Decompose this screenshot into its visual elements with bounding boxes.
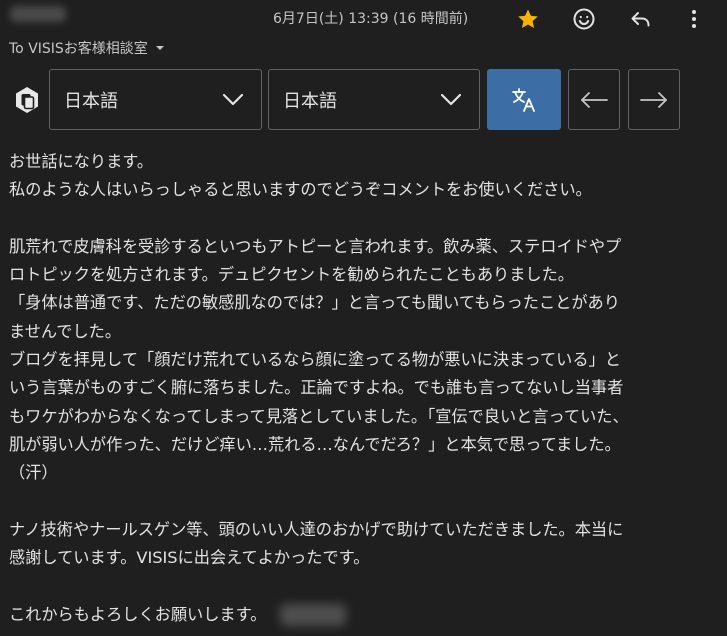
signature-redacted [280,604,347,627]
recipient-line[interactable]: To VISISお客様相談室 [9,38,166,58]
body-line: お世話になります。 [9,152,154,171]
body-line: いう言葉がものすごく腑に落ちました。正論ですよね。でも誰も言ってないし当事者 [9,378,624,398]
body-line: 私のような人はいらっしゃると思いますのでどうぞコメントをお使いください。 [9,180,592,200]
email-date: 6月7日(土) 13:39 (16 時間前) [273,11,469,27]
star-icon[interactable] [515,6,541,32]
body-line: ブログを拝見して「顔だけ荒れているなら顔に塗ってる物が悪いに決まっている」と [9,350,621,370]
message-body: お世話になります。 私のような人はいらっしゃると思いますのでどうぞコメントをお使… [9,148,721,629]
body-line: ロトピックを処方されます。デュピクセントを勧められたこともありました。 [9,265,574,285]
body-line: 肌荒れで皮膚科を受診するといつもアトピーと言われます。飲み薬、ステロイドやプ [9,236,622,256]
body-line: もワケがわからなくなってしまって見落としていました。「宣伝で良いと言っていた、 [9,406,629,426]
closing-text: これからもよろしくお願いします。 [9,604,267,624]
closing-line: これからもよろしくお願いします。 [9,601,721,629]
target-language-label: 日本語 [283,90,337,112]
chevron-down-icon [222,93,244,106]
arrow-left-icon [581,91,608,108]
more-vert-icon[interactable] [681,6,707,32]
body-line: 肌が弱い人が作った、だけど痒い…荒れる…なんでだろ？」と本気で思ってました。 [9,434,621,454]
email-view: 6月7日(土) 13:39 (16 時間前) To VISISお客様相談室 日本… [0,0,727,636]
source-language-label: 日本語 [64,90,118,112]
next-button[interactable] [628,69,680,130]
body-line: （汗） [9,463,58,483]
reply-icon[interactable] [628,6,654,32]
source-language-select[interactable]: 日本語 [49,69,262,130]
previous-button[interactable] [568,69,620,130]
target-language-select[interactable]: 日本語 [268,69,480,130]
body-line: 感謝しています。VISISに出会えてよかったです。 [9,548,370,568]
translate-extension-logo-icon [14,86,40,114]
caret-down-icon [155,46,164,50]
translate-icon [512,87,535,112]
sender-name-redacted [10,6,66,22]
arrow-right-icon [640,91,667,108]
body-line: ナノ技術やナールスゲン等、頭のいい人達のおかげで助けていただきました。本当に [9,519,624,539]
recipient-label: To VISISお客様相談室 [9,41,148,57]
body-line: ませんでした。 [9,321,122,341]
emoji-icon[interactable] [571,6,597,32]
translate-button[interactable] [487,69,561,130]
chevron-down-icon [440,93,462,106]
body-line: 「身体は普通です、ただの敏感肌なのでは？」と言っても聞いてもらったことがあり [9,293,620,313]
